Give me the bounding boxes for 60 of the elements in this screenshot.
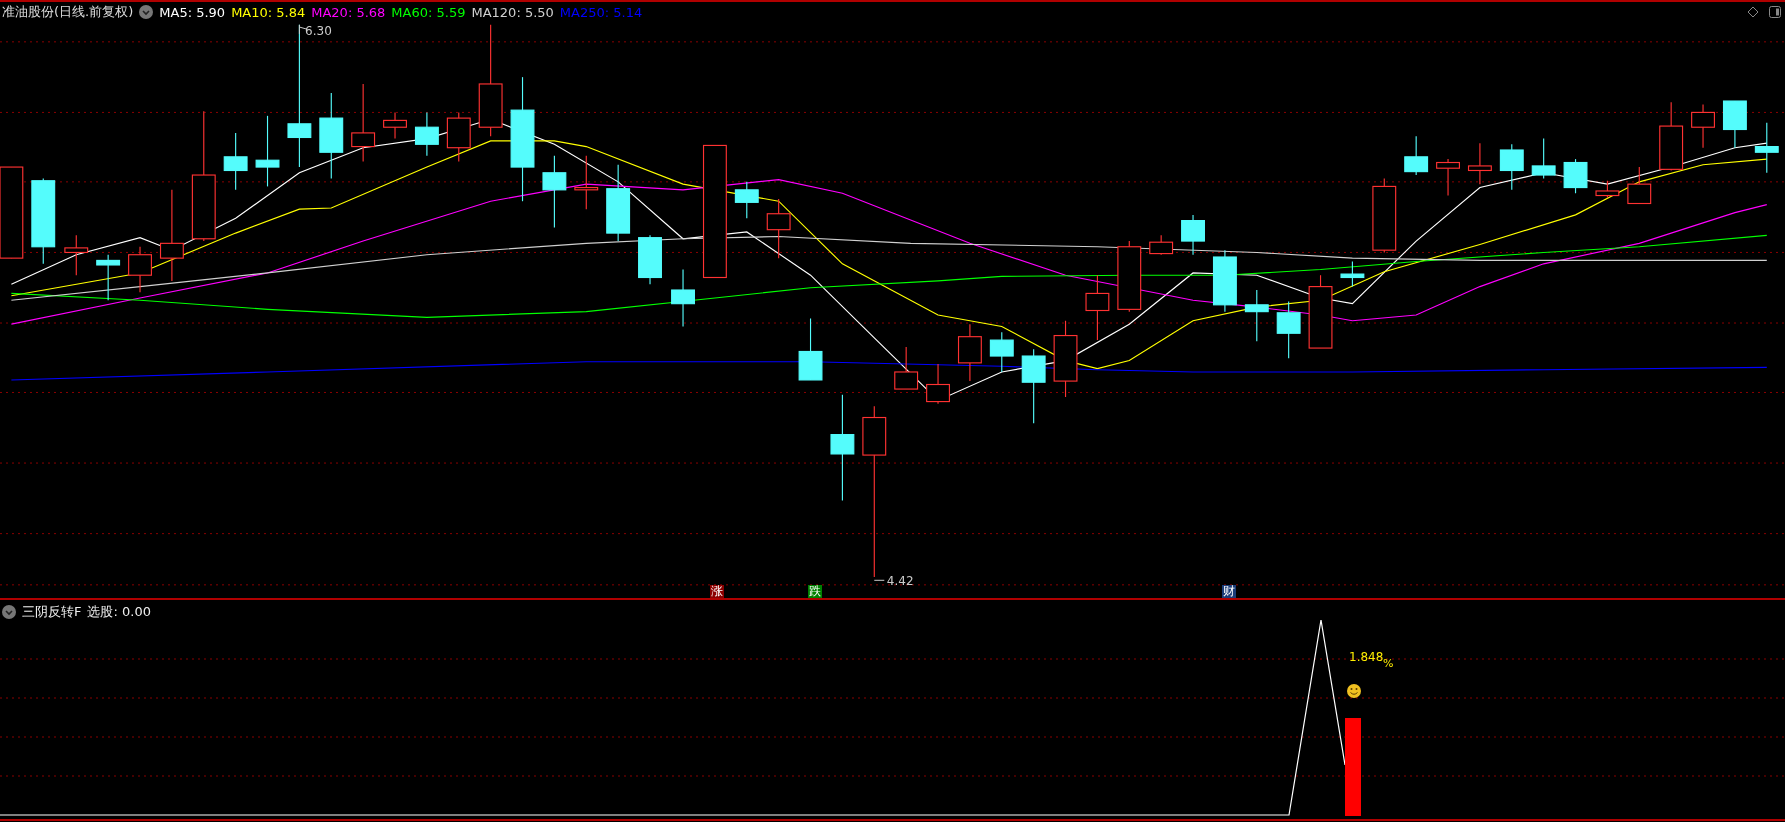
signal-value: 1.848 [1349, 650, 1384, 664]
indicator-reading: 选股: 0.00 [87, 603, 151, 621]
candlestick [894, 346, 919, 390]
price-label: 4.42 [886, 573, 914, 588]
candlestick [989, 331, 1014, 373]
event-marker[interactable]: 涨 [710, 585, 724, 598]
candlestick [1691, 103, 1715, 149]
smiley-icon [1347, 684, 1361, 698]
candlestick [414, 111, 439, 157]
indicator-value: MA10: 5.84 [231, 4, 306, 20]
panel-icon[interactable] [1769, 6, 1781, 18]
candlestick [1181, 214, 1205, 256]
candlestick [1276, 300, 1301, 359]
diamond-icon[interactable] [1747, 6, 1759, 18]
candlestick [1722, 100, 1747, 149]
candlestick [96, 254, 121, 301]
indicator-value: MA5: 5.90 [159, 4, 226, 20]
candlestick [1531, 138, 1556, 179]
candlestick [671, 268, 695, 327]
candlestick [1659, 101, 1684, 172]
candlestick [1436, 158, 1460, 197]
candlestick [1499, 143, 1524, 191]
candlestick [638, 234, 662, 285]
leader-line [298, 24, 308, 35]
candlestick [1085, 274, 1110, 341]
candlestick [926, 363, 950, 405]
candlestick [1340, 261, 1365, 288]
candlestick [1467, 142, 1492, 185]
candlestick [1244, 289, 1269, 342]
candlestick [1404, 135, 1429, 176]
price-label: 6.30 [305, 24, 332, 38]
candlestick [128, 246, 152, 293]
dropdown-icon[interactable] [139, 5, 154, 19]
candlestick [1212, 249, 1237, 313]
candlestick [383, 111, 407, 140]
candlestick [1627, 166, 1652, 205]
candlestick [574, 155, 599, 210]
candlestick [446, 111, 471, 162]
event-marker[interactable]: 财 [1222, 585, 1236, 598]
indicator-value: MA120: 5.50 [471, 4, 554, 20]
indicator-value: MA250: 5.14 [559, 4, 643, 20]
candlestick [957, 323, 982, 382]
leader-line [873, 579, 885, 581]
event-marker[interactable]: 跌 [808, 585, 822, 598]
indicator-value: MA60: 5.59 [391, 4, 466, 20]
chart-title: 准油股份(日线.前复权) [2, 3, 134, 21]
candlestick [255, 115, 280, 187]
candlestick [1149, 234, 1174, 256]
indicator-value: MA20: 5.68 [311, 4, 386, 20]
dropdown-icon[interactable] [2, 605, 16, 619]
candlestick [1563, 158, 1588, 194]
unit-label: % [1383, 657, 1394, 670]
indicator-title: 三阴反转F [22, 603, 82, 621]
candlestick [766, 198, 791, 259]
candlestick [223, 132, 248, 191]
candlestick [798, 317, 823, 381]
candlestick [1595, 180, 1620, 199]
candlestick [734, 181, 759, 219]
candlestick [1754, 122, 1779, 174]
candlestick [64, 234, 89, 276]
